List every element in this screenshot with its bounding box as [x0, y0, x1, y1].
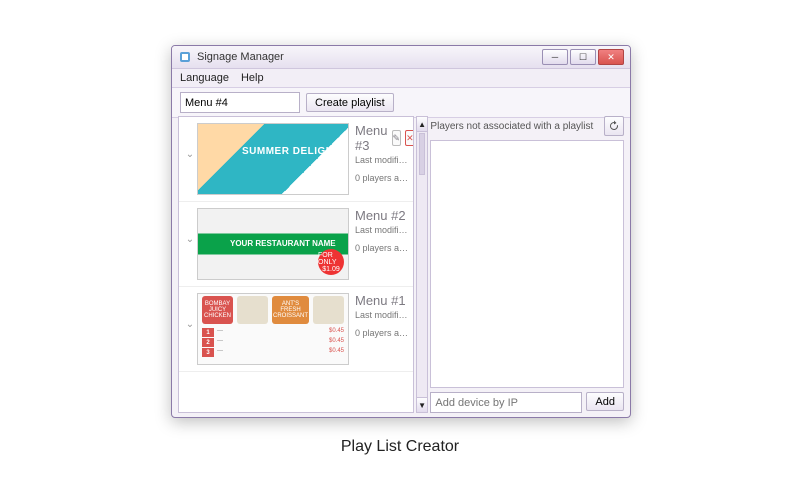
playlist-name: Menu #1: [355, 293, 406, 308]
scrollbar[interactable]: ▲ ▼: [416, 116, 429, 413]
playlist-name-input[interactable]: [180, 92, 300, 113]
delete-icon[interactable]: ✕: [405, 130, 414, 146]
players-list[interactable]: [430, 140, 624, 388]
playlist-row[interactable]: ⌄ YOUR RESTAURANT NAME FOR ONLY$1.09 Men…: [179, 202, 413, 287]
playlist-thumbnail: BOMBAY JUICY CHICKEN ANT'S FRESH CROISSA…: [197, 293, 349, 365]
playlist-list: ⌄ SUMMER DELIGHT Menu #3 ✎ ✕ Last modifi…: [178, 116, 414, 413]
window-title: Signage Manager: [197, 51, 542, 63]
app-icon: [178, 50, 192, 64]
expand-icon[interactable]: ⌄: [183, 319, 197, 330]
menu-bar: Language Help: [172, 69, 630, 88]
players-heading: Players not associated with a playlist: [430, 121, 600, 132]
playlist-modified: Last modified: 3/24/2016 2:: [355, 155, 409, 165]
refresh-icon: [608, 120, 620, 132]
menu-help[interactable]: Help: [241, 72, 264, 84]
app-window: Signage Manager ─ ☐ ✕ Language Help Crea…: [171, 45, 631, 418]
menu-language[interactable]: Language: [180, 72, 229, 84]
playlist-row[interactable]: ⌄ SUMMER DELIGHT Menu #3 ✎ ✕ Last modifi…: [179, 117, 413, 202]
playlist-thumbnail: SUMMER DELIGHT: [197, 123, 349, 195]
playlist-name: Menu #3: [355, 123, 388, 153]
scroll-thumb[interactable]: [419, 133, 426, 175]
maximize-button[interactable]: ☐: [570, 49, 596, 65]
playlist-players: 0 players are using this play: [355, 173, 409, 183]
playlist-name: Menu #2: [355, 208, 406, 223]
figure-caption: Play List Creator: [0, 438, 800, 456]
add-device-input[interactable]: [430, 392, 582, 413]
refresh-button[interactable]: [604, 116, 624, 136]
scroll-down-icon[interactable]: ▼: [416, 397, 429, 413]
titlebar[interactable]: Signage Manager ─ ☐ ✕: [172, 46, 630, 69]
expand-icon[interactable]: ⌄: [183, 234, 197, 245]
playlist-thumbnail: YOUR RESTAURANT NAME FOR ONLY$1.09: [197, 208, 349, 280]
minimize-button[interactable]: ─: [542, 49, 568, 65]
close-button[interactable]: ✕: [598, 49, 624, 65]
playlist-players: 0 players are using this play: [355, 328, 409, 338]
playlist-modified: Last modified: 3/24/2016 2:: [355, 310, 409, 320]
playlist-modified: Last modified: 3/24/2016 2:: [355, 225, 409, 235]
edit-icon[interactable]: ✎: [392, 130, 402, 146]
playlist-row[interactable]: ⌄ BOMBAY JUICY CHICKEN ANT'S FRESH CROIS…: [179, 287, 413, 372]
expand-icon[interactable]: ⌄: [183, 149, 197, 160]
scroll-up-icon[interactable]: ▲: [416, 116, 429, 132]
create-playlist-button[interactable]: Create playlist: [306, 93, 394, 112]
playlist-players: 0 players are using this play: [355, 243, 409, 253]
add-device-button[interactable]: Add: [586, 392, 624, 411]
